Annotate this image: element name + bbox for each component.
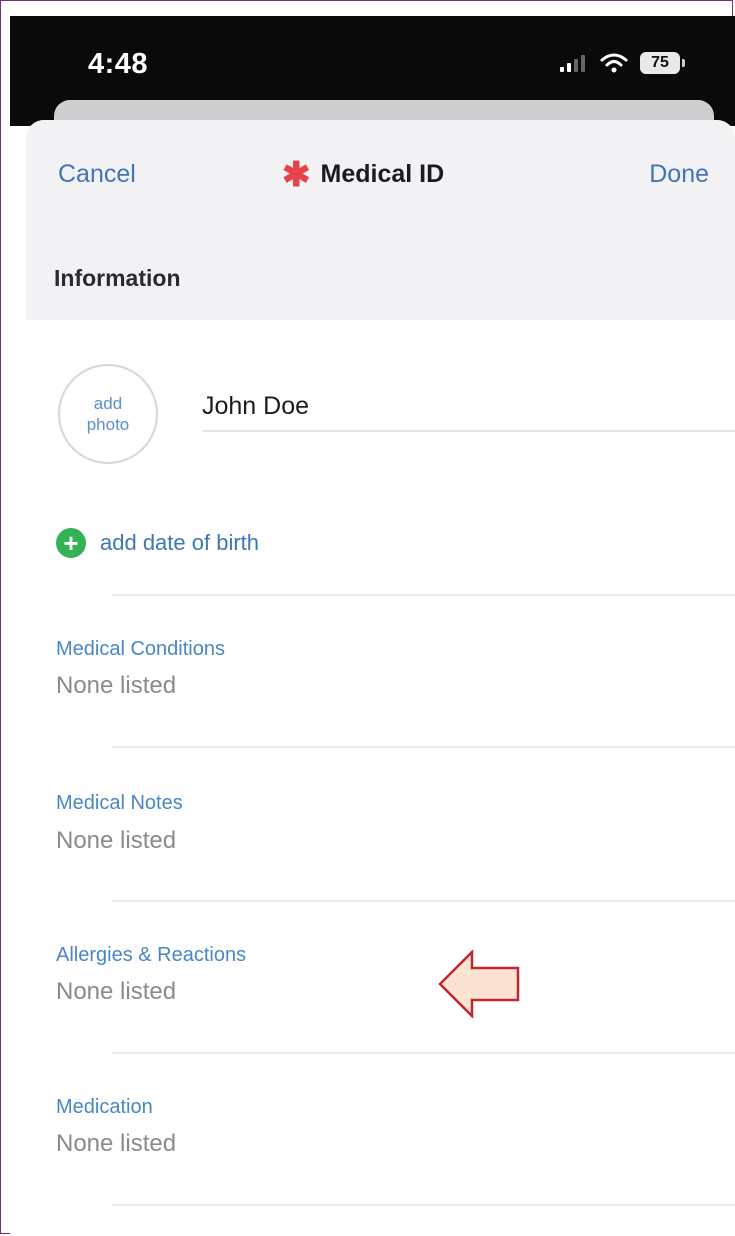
add-date-of-birth-label: add date of birth	[100, 530, 260, 555]
status-time: 4:48	[88, 48, 149, 80]
medication-label[interactable]: Medication	[56, 1096, 153, 1119]
signal-icon	[560, 55, 585, 72]
phone-screen: 4:48 75 Cancel ✱ Medical ID Done Informa…	[10, 16, 735, 1236]
cancel-button[interactable]: Cancel	[58, 160, 136, 189]
medical-notes-label[interactable]: Medical Notes	[56, 792, 183, 815]
divider	[112, 900, 735, 902]
nav-bar: Cancel ✱ Medical ID Done Information	[26, 120, 735, 320]
section-header-information: Information	[54, 265, 181, 291]
divider	[112, 594, 735, 596]
battery-icon: 75	[640, 52, 680, 74]
medication-value[interactable]: None listed	[56, 1130, 176, 1158]
name-value: John Doe	[202, 392, 310, 420]
battery-tip	[682, 59, 685, 67]
nav-title: ✱ Medical ID	[282, 155, 445, 194]
add-plus-icon: +	[56, 528, 86, 558]
add-photo-button[interactable]: add photo	[58, 364, 158, 464]
medical-star-icon: ✱	[282, 155, 311, 194]
annotation-arrow-icon	[438, 950, 520, 1018]
wifi-icon	[600, 53, 628, 73]
page-title: Medical ID	[320, 160, 445, 188]
medical-id-sheet: Cancel ✱ Medical ID Done Information add…	[26, 120, 735, 1236]
name-field[interactable]: John Doe	[202, 392, 735, 432]
add-photo-label-line2: photo	[86, 415, 130, 434]
allergies-reactions-label[interactable]: Allergies & Reactions	[56, 944, 246, 967]
allergies-reactions-value[interactable]: None listed	[56, 978, 176, 1006]
medical-conditions-value[interactable]: None listed	[56, 672, 176, 700]
add-date-of-birth-button[interactable]: + add date of birth	[56, 528, 259, 558]
divider	[112, 1052, 735, 1054]
add-photo-label-line1: add	[93, 394, 123, 413]
status-icons: 75	[558, 52, 685, 74]
medical-notes-value[interactable]: None listed	[56, 827, 176, 855]
medical-conditions-label[interactable]: Medical Conditions	[56, 638, 225, 661]
divider	[112, 1204, 735, 1206]
done-button[interactable]: Done	[649, 160, 709, 189]
divider	[112, 746, 735, 748]
